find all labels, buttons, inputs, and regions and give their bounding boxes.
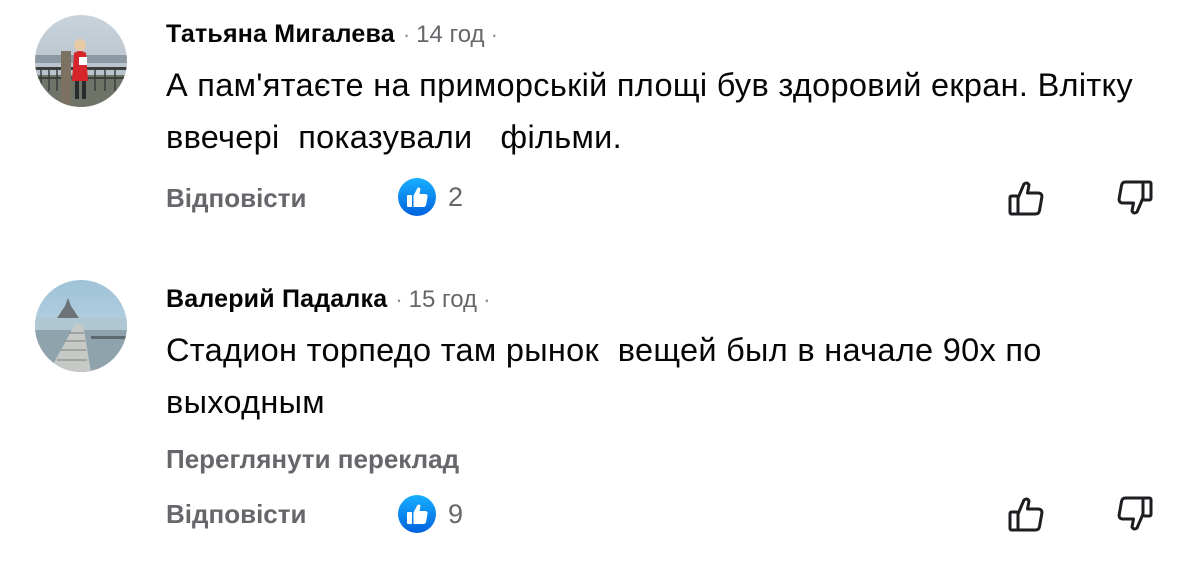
like-count: 9 [448, 499, 464, 529]
comment-time[interactable]: 14 год [416, 21, 484, 48]
separator-dot: · [402, 22, 411, 47]
separator-dot: · [395, 287, 403, 312]
like-thumb-icon [398, 495, 436, 533]
comment-author[interactable]: Татьяна Мигалева [166, 20, 395, 48]
comment-author[interactable]: Валерий Падалка [166, 285, 387, 313]
reply-button[interactable]: Відповісти [166, 498, 306, 530]
thumbs-down-outline-icon[interactable] [1113, 176, 1157, 220]
comment-header: Валерий Падалка · 15 год · [166, 283, 490, 316]
like-thumb-icon [398, 178, 436, 216]
comment-text: А пам'ятаєте на приморській площі був зд… [166, 67, 1152, 155]
reply-button[interactable]: Відповісти [166, 182, 306, 214]
thumbs-up-outline-icon[interactable] [1004, 492, 1048, 536]
avatar-photo [35, 280, 127, 372]
thumbs-down-outline-icon[interactable] [1113, 492, 1157, 536]
comment: Татьяна Мигалева · 14 год · А пам'ятаєте на… [0, 0, 1200, 260]
comment-text: Стадион торпедо там рынок вещей был в на… [166, 332, 1051, 420]
thumbs-up-outline-icon[interactable] [1004, 176, 1048, 220]
see-translation-link[interactable]: Переглянути переклад [166, 443, 459, 475]
separator-dot: · [483, 287, 491, 312]
avatar[interactable] [35, 280, 127, 372]
comment-header: Татьяна Мигалева · 14 год · [166, 18, 498, 51]
comment-time[interactable]: 15 год [409, 286, 477, 313]
like-reaction[interactable]: 2 [398, 178, 463, 216]
like-reaction[interactable]: 9 [398, 495, 463, 533]
avatar-photo [35, 15, 127, 107]
separator-dot: · [490, 22, 498, 47]
avatar[interactable] [35, 15, 127, 107]
like-count: 2 [448, 182, 464, 212]
comment: Валерий Падалка · 15 год · Стадион торпедо … [0, 260, 1200, 574]
